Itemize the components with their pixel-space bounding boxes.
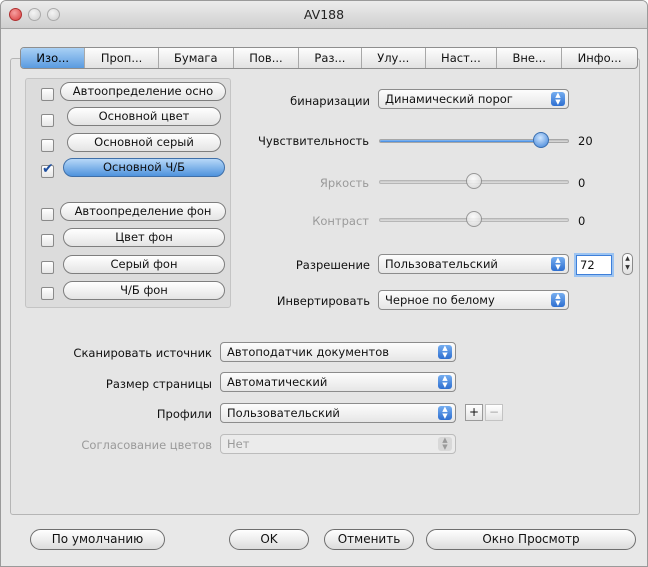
color-match-value: Нет: [227, 437, 250, 451]
page-size-value: Автоматический: [227, 375, 328, 389]
window-title: AV188: [303, 7, 345, 22]
sensitivity-value: 20: [578, 134, 593, 148]
image-type-auto-detect-bg-button[interactable]: Автоопределение фон: [60, 202, 226, 221]
brightness-value: 0: [578, 176, 586, 190]
resolution-select[interactable]: Пользовательский ▲ ▼: [378, 254, 569, 274]
select-arrows-icon: ▲ ▼: [551, 92, 565, 106]
scan-source-label: Сканировать источник: [73, 346, 212, 360]
binarization-select[interactable]: Динамический порог ▲ ▼: [378, 89, 569, 109]
title-bar: AV188: [1, 1, 647, 29]
contrast-label: Контраст: [312, 214, 369, 228]
profiles-value: Пользовательский: [227, 406, 340, 420]
scan-source-select[interactable]: Автоподатчик документов ▲ ▼: [220, 342, 456, 362]
tab-settings[interactable]: Наст...: [426, 48, 498, 68]
tab-rotation[interactable]: Пов...: [234, 48, 300, 68]
profiles-select[interactable]: Пользовательский ▲ ▼: [220, 403, 456, 423]
checkbox-gray[interactable]: [41, 139, 54, 152]
invert-label: Инвертировать: [276, 294, 370, 308]
image-type-auto-detect-button[interactable]: Автоопределение осно: [60, 82, 226, 101]
checkbox-auto-detect-bg[interactable]: [41, 208, 54, 221]
sensitivity-label: Чувствительность: [258, 134, 369, 148]
checkbox-color[interactable]: [41, 114, 54, 127]
brightness-slider-knob[interactable]: [466, 173, 482, 189]
ok-button[interactable]: OK: [229, 529, 309, 550]
cancel-button[interactable]: Отменить: [324, 529, 414, 550]
image-type-color-button[interactable]: Основной цвет: [67, 107, 221, 126]
checkbox-color-bg[interactable]: [41, 234, 54, 247]
checkbox-bw[interactable]: ✔: [41, 161, 54, 178]
resolution-value: Пользовательский: [385, 257, 498, 271]
tab-dropout[interactable]: Проп...: [85, 48, 159, 68]
color-match-select[interactable]: Нет ▲ ▼: [220, 434, 456, 454]
image-type-gray-button[interactable]: Основной серый: [67, 133, 221, 152]
checkbox-auto-detect[interactable]: [41, 88, 54, 101]
select-arrows-icon: ▲ ▼: [551, 257, 565, 271]
select-arrows-icon: ▲ ▼: [438, 375, 452, 389]
profiles-label: Профили: [156, 407, 212, 421]
image-type-bw-button[interactable]: Основной Ч/Б: [63, 158, 225, 177]
page-size-select[interactable]: Автоматический ▲ ▼: [220, 372, 456, 392]
select-arrows-icon: ▲ ▼: [551, 293, 565, 307]
sensitivity-slider-knob[interactable]: [532, 132, 549, 148]
scan-source-value: Автоподатчик документов: [227, 345, 390, 359]
tab-external[interactable]: Вне...: [497, 48, 563, 68]
resolution-stepper[interactable]: ▲ ▼: [622, 253, 633, 275]
color-match-label: Согласование цветов: [81, 438, 212, 452]
checkbox-gray-bg[interactable]: [41, 261, 54, 274]
tab-image[interactable]: Изо...: [21, 48, 86, 68]
contrast-slider-knob[interactable]: [466, 211, 482, 227]
resolution-label: Разрешение: [295, 258, 370, 272]
sensitivity-fill: [380, 140, 540, 142]
add-profile-button[interactable]: +: [465, 404, 483, 421]
binarization-label: бинаризации: [290, 94, 370, 108]
defaults-button[interactable]: По умолчанию: [30, 529, 165, 550]
image-type-gray-bg-button[interactable]: Серый фон: [63, 255, 225, 274]
invert-select[interactable]: Черное по белому ▲ ▼: [378, 290, 569, 310]
remove-profile-button[interactable]: −: [485, 404, 503, 421]
preview-button[interactable]: Окно Просмотр: [426, 529, 636, 550]
tab-separation[interactable]: Раз...: [299, 48, 362, 68]
scanner-dialog-window: AV188 Изо... Проп... Бумага Пов... Раз..…: [0, 0, 648, 567]
image-type-bw-bg-button[interactable]: Ч/Б фон: [63, 281, 225, 300]
tab-paper[interactable]: Бумага: [159, 48, 234, 68]
checkbox-bw-bg[interactable]: [41, 287, 54, 300]
checkmark-icon: ✔: [42, 161, 54, 177]
image-type-color-bg-button[interactable]: Цвет фон: [63, 228, 225, 247]
select-arrows-icon: ▲ ▼: [438, 345, 452, 359]
page-size-label: Размер страницы: [105, 377, 212, 391]
brightness-label: Яркость: [319, 176, 369, 190]
tab-info[interactable]: Инфо...: [562, 48, 637, 68]
resolution-dpi-field[interactable]: 72: [576, 255, 612, 275]
tab-bar: Изо... Проп... Бумага Пов... Раз... Улу.…: [20, 47, 638, 69]
invert-value: Черное по белому: [385, 293, 495, 307]
contrast-value: 0: [578, 214, 586, 228]
tab-enhancement[interactable]: Улу...: [362, 48, 426, 68]
select-arrows-icon: ▲ ▼: [438, 437, 452, 451]
binarization-value: Динамический порог: [385, 92, 513, 106]
select-arrows-icon: ▲ ▼: [438, 406, 452, 420]
